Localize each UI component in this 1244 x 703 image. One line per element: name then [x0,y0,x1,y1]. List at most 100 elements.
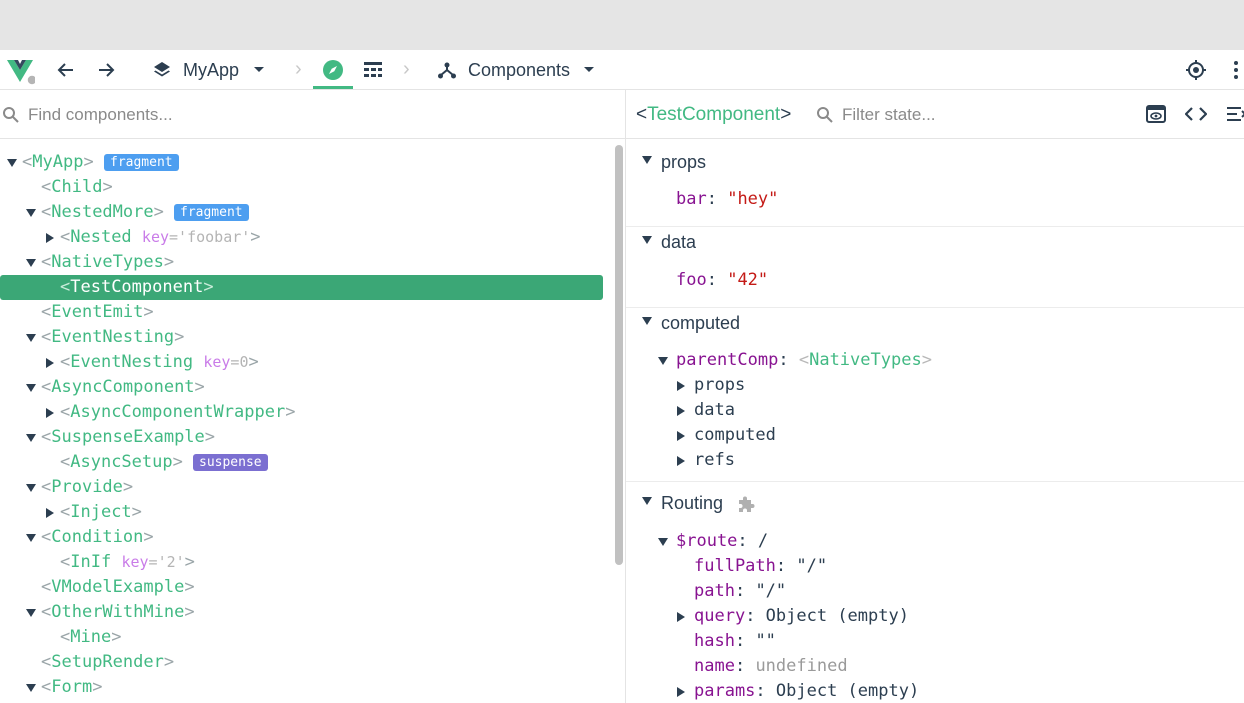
section-props-title: props [661,152,707,172]
caret-down-icon[interactable] [640,488,654,513]
route-hash[interactable]: hash: "" [694,629,776,654]
caret-down-icon[interactable] [5,150,19,175]
caret-right-icon[interactable] [674,448,688,473]
data-foo[interactable]: foo: "42" [676,268,768,293]
component-name: <AsyncComponent> [41,377,205,397]
app-selector-caret-icon[interactable] [250,50,268,90]
caret-down-icon[interactable] [24,525,38,550]
component-name: <EventNesting> [41,327,185,347]
tree-row-selected[interactable]: <TestComponent> [0,275,603,300]
route-fullpath[interactable]: fullPath: "/" [694,554,827,579]
caret-down-icon[interactable] [656,529,670,554]
caret-down-icon[interactable] [640,227,654,252]
compass-icon[interactable] [320,50,346,90]
toolbar: MyApp › › Components [0,50,1244,90]
tree-scrollbar-thumb[interactable] [615,145,623,565]
tree-row[interactable]: <Form> [0,675,603,700]
find-components-input[interactable] [28,102,608,128]
back-arrow-icon[interactable] [54,50,78,90]
caret-right-icon[interactable] [43,500,57,525]
section-computed-header[interactable]: computed [626,308,1244,338]
tree-row[interactable]: <Child> [0,175,603,200]
component-name: <MyApp> [22,152,94,172]
computed-parentcomp[interactable]: parentComp: <NativeTypes> [656,348,932,373]
tree-row[interactable]: <VModelExample> [0,575,603,600]
caret-down-icon[interactable] [24,375,38,400]
caret-right-icon[interactable] [43,225,57,250]
more-actions-list-icon[interactable] [1224,102,1244,126]
forward-arrow-icon[interactable] [94,50,118,90]
breadcrumb-chevron-icon: › [403,58,410,80]
route-root[interactable]: $route: / [656,529,768,554]
filter-state-input[interactable] [842,102,1142,128]
component-name: <Inject> [60,502,142,522]
vue-logo-icon[interactable] [2,50,38,90]
tab-components[interactable]: Components [468,50,570,90]
section-data-title: data [661,232,697,252]
caret-down-icon[interactable] [24,325,38,350]
app-selector-label[interactable]: MyApp [183,50,239,90]
caret-right-icon[interactable] [43,350,57,375]
component-tree-pane: <MyApp> fragment <Child> <NestedMore> fragme… [0,90,625,703]
tree-row[interactable]: <AsyncComponentWrapper> [0,400,603,425]
caret-right-icon[interactable] [674,679,688,703]
component-name: <EventEmit> [41,302,154,322]
tree-row[interactable]: <SetupRender> [0,650,603,675]
computed-child-computed[interactable]: computed [674,423,776,448]
caret-down-icon[interactable] [640,147,654,172]
section-routing-header[interactable]: Routing [626,488,1244,518]
caret-down-icon[interactable] [24,200,38,225]
caret-right-icon[interactable] [674,373,688,398]
route-params[interactable]: params: Object (empty) [674,679,919,703]
component-name: <AsyncComponentWrapper> [60,402,296,422]
tree-row[interactable]: <Provide> [0,475,603,500]
tree-row[interactable]: <Nested key='foobar'> [0,225,603,250]
caret-down-icon[interactable] [24,250,38,275]
tree-row[interactable]: <NativeTypes> [0,250,603,275]
tree-row[interactable]: <InIf key='2'> [0,550,603,575]
more-menu-icon[interactable] [1228,50,1244,90]
tree-row[interactable]: <OtherWithMine> [0,600,603,625]
caret-right-icon[interactable] [43,400,57,425]
section-data-header[interactable]: data [626,227,1244,257]
component-name: <VModelExample> [41,577,195,597]
computed-child-data[interactable]: data [674,398,735,423]
inspector-header: <TestComponent> [626,90,1244,139]
prop-bar[interactable]: bar: "hey" [676,187,778,212]
tree-row[interactable]: <EventEmit> [0,300,603,325]
select-component-crosshair-icon[interactable] [1184,50,1208,90]
tree-row[interactable]: <NestedMore> fragment [0,200,603,225]
route-query[interactable]: query: Object (empty) [674,604,909,629]
route-path[interactable]: path: "/" [694,579,786,604]
timeline-icon[interactable] [361,50,385,90]
tree-row[interactable]: <AsyncComponent> [0,375,603,400]
inspect-dom-code-icon[interactable] [1184,102,1208,126]
caret-down-icon[interactable] [24,425,38,450]
route-name[interactable]: name: undefined [694,654,848,679]
caret-down-icon[interactable] [24,475,38,500]
tree-row[interactable]: <Condition> [0,525,603,550]
tree-row[interactable]: <EventNesting key=0> [0,350,603,375]
computed-child-props[interactable]: props [674,373,745,398]
section-props-header[interactable]: props [626,147,1244,177]
caret-right-icon[interactable] [674,423,688,448]
caret-right-icon[interactable] [674,398,688,423]
scroll-to-component-icon[interactable] [1144,102,1168,126]
component-name: <NestedMore> [41,202,164,222]
caret-down-icon[interactable] [656,348,670,373]
layers-icon [150,50,174,90]
tree-row[interactable]: <AsyncSetup> suspense [0,450,603,475]
tree-row[interactable]: <EventNesting> [0,325,603,350]
computed-child-refs[interactable]: refs [674,448,735,473]
tree-row[interactable]: <SuspenseExample> [0,425,603,450]
caret-down-icon[interactable] [24,675,38,700]
component-name: <AsyncSetup> [60,452,183,472]
fragment-badge: fragment [104,154,179,171]
tree-row[interactable]: <Inject> [0,500,603,525]
caret-right-icon[interactable] [674,604,688,629]
components-caret-icon[interactable] [580,50,598,90]
caret-down-icon[interactable] [24,600,38,625]
caret-down-icon[interactable] [640,308,654,333]
tree-row[interactable]: <MyApp> fragment [0,150,603,175]
tree-row[interactable]: <Mine> [0,625,603,650]
